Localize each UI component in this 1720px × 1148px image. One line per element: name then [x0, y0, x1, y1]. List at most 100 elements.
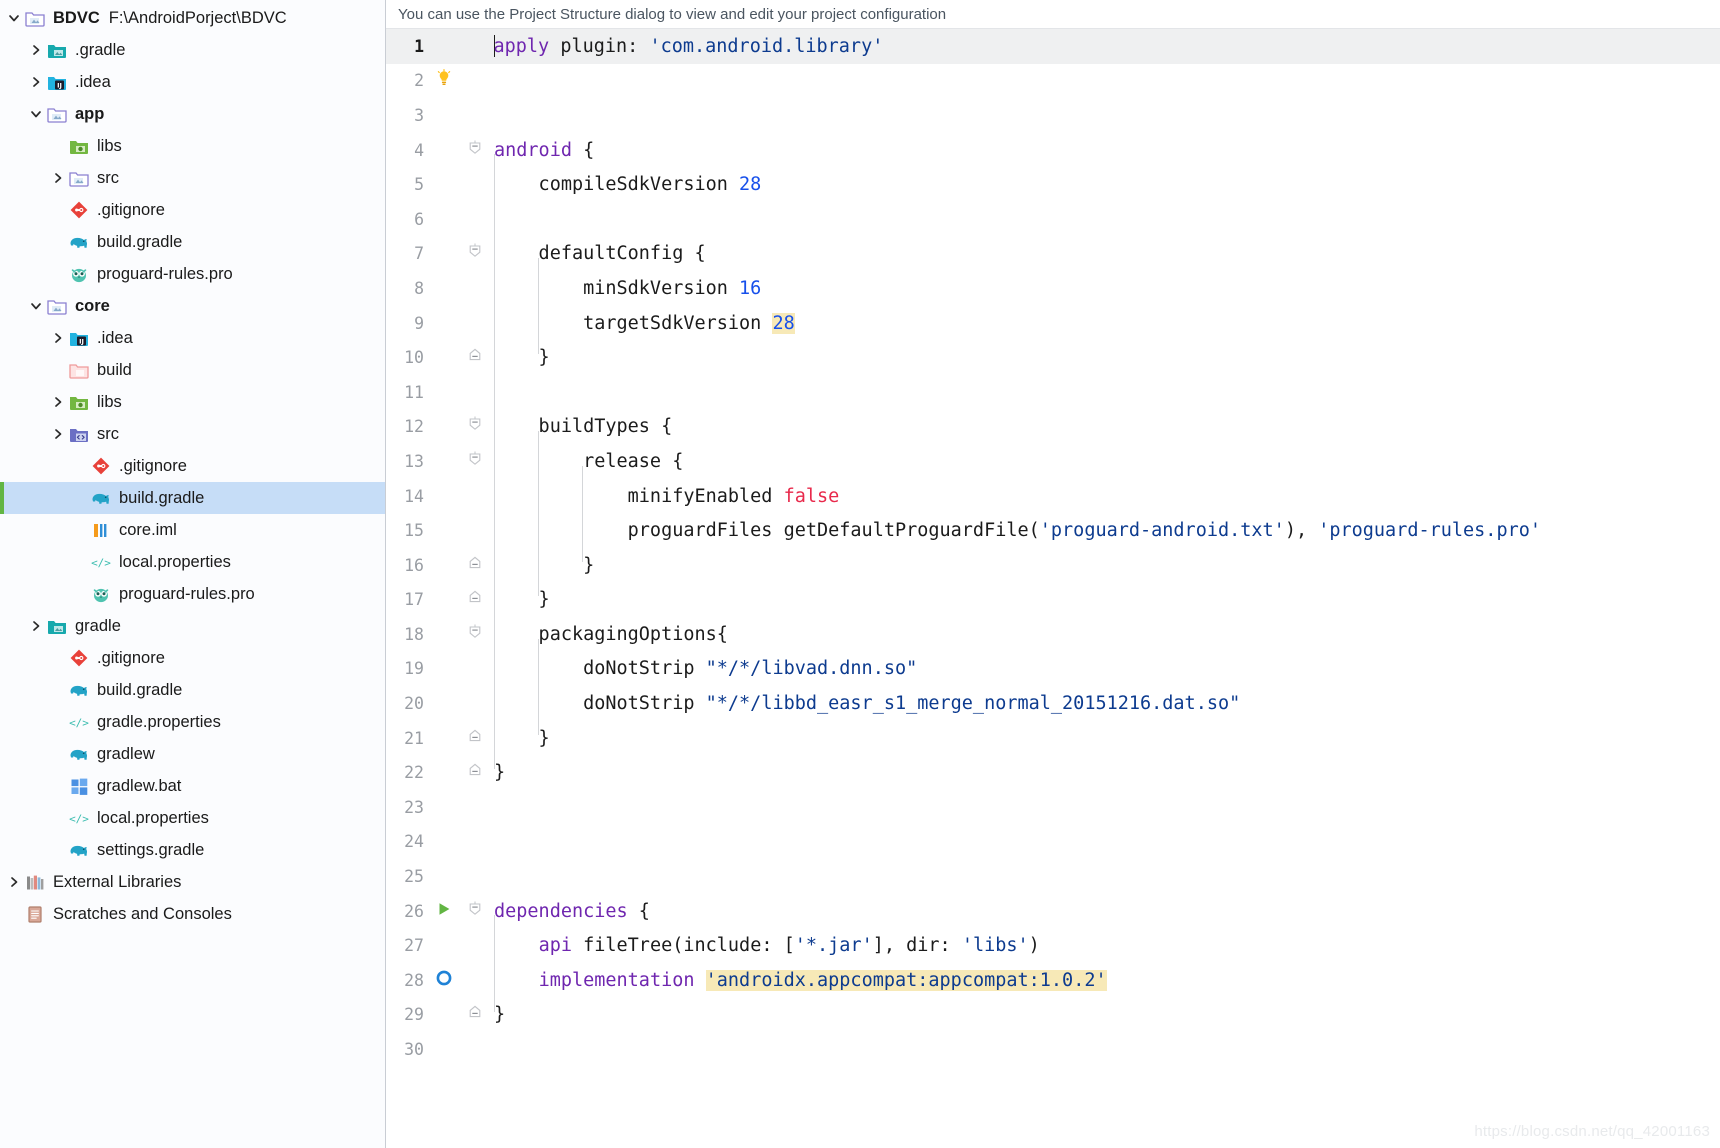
code-text[interactable]: release { [488, 451, 683, 472]
code-line[interactable]: 21 } [386, 721, 1720, 756]
fold-close-marker[interactable] [468, 727, 482, 750]
dependency-circle-icon[interactable] [435, 969, 453, 992]
fold-close-marker[interactable] [468, 1003, 482, 1026]
intention-bulb-icon[interactable] [436, 69, 452, 92]
code-text[interactable]: apply plugin: 'com.android.library' [488, 35, 883, 58]
code-line[interactable]: 24 [386, 825, 1720, 860]
code-line[interactable]: 7 defaultConfig { [386, 237, 1720, 272]
fold-column[interactable] [462, 554, 488, 577]
code-line[interactable]: 23 [386, 790, 1720, 825]
chevron-right-icon[interactable] [48, 322, 68, 354]
tree-row[interactable]: build.gradle [0, 226, 385, 258]
code-line[interactable]: 19 doNotStrip "*/*/libvad.dnn.so" [386, 652, 1720, 687]
code-line[interactable]: 10 } [386, 340, 1720, 375]
fold-open-marker[interactable] [468, 450, 482, 473]
chevron-right-icon[interactable] [26, 610, 46, 642]
fold-column[interactable] [462, 415, 488, 438]
fold-open-marker[interactable] [468, 242, 482, 265]
run-gradle-task-icon[interactable] [436, 901, 452, 922]
code-line[interactable]: 1 apply plugin: 'com.android.library' [386, 29, 1720, 64]
code-line[interactable]: 16 } [386, 548, 1720, 583]
tree-row[interactable]: src [0, 162, 385, 194]
fold-column[interactable] [462, 761, 488, 784]
tree-row-root[interactable]: BDVC F:\AndroidPorject\BDVC [0, 2, 385, 34]
chevron-right-icon[interactable] [26, 34, 46, 66]
chevron-right-icon[interactable] [26, 66, 46, 98]
code-line[interactable]: 20 doNotStrip "*/*/libbd_easr_s1_merge_n… [386, 686, 1720, 721]
tree-row[interactable]: libs [0, 130, 385, 162]
code-line[interactable]: 26 dependencies { [386, 894, 1720, 929]
tree-row[interactable]: proguard-rules.pro [0, 258, 385, 290]
project-tree-panel[interactable]: BDVC F:\AndroidPorject\BDVC .gradle IJ .idea… [0, 0, 386, 1148]
fold-column[interactable] [462, 139, 488, 162]
tree-row[interactable]: app [0, 98, 385, 130]
code-line[interactable]: 28 implementation 'androidx.appcompat:ap… [386, 963, 1720, 998]
chevron-down-icon[interactable] [4, 2, 24, 34]
tree-row[interactable]: .gitignore [0, 642, 385, 674]
code-text[interactable]: android { [488, 140, 594, 161]
code-text[interactable]: packagingOptions{ [488, 624, 728, 645]
code-text[interactable]: } [488, 347, 550, 368]
code-line[interactable]: 18 packagingOptions{ [386, 617, 1720, 652]
code-line[interactable]: 27 api fileTree(include: ['*.jar'], dir:… [386, 928, 1720, 963]
tree-row[interactable]: </> local.properties [0, 802, 385, 834]
tree-row[interactable]: core [0, 290, 385, 322]
chevron-right-icon[interactable] [4, 866, 24, 898]
code-text[interactable]: } [488, 589, 550, 610]
code-line[interactable]: 9 targetSdkVersion 28 [386, 306, 1720, 341]
code-text[interactable]: } [488, 1004, 505, 1025]
code-text[interactable]: targetSdkVersion 28 [488, 312, 795, 334]
tree-row[interactable]: External Libraries [0, 866, 385, 898]
fold-open-marker[interactable] [468, 415, 482, 438]
tree-row[interactable]: build.gradle [0, 482, 385, 514]
tree-row[interactable]: gradlew.bat [0, 770, 385, 802]
chevron-right-icon[interactable] [48, 418, 68, 450]
fold-open-marker[interactable] [468, 623, 482, 646]
gutter-marker[interactable] [426, 901, 462, 922]
chevron-down-icon[interactable] [26, 290, 46, 322]
chevron-right-icon[interactable] [48, 162, 68, 194]
fold-close-marker[interactable] [468, 761, 482, 784]
tree-row[interactable]: gradlew [0, 738, 385, 770]
code-line[interactable]: 17 } [386, 583, 1720, 618]
code-text[interactable]: minSdkVersion 16 [488, 278, 761, 299]
gutter-marker[interactable] [426, 969, 462, 992]
code-line[interactable]: 25 [386, 859, 1720, 894]
code-text[interactable]: doNotStrip "*/*/libvad.dnn.so" [488, 658, 917, 679]
gutter-marker[interactable] [426, 69, 462, 92]
tree-row[interactable]: .gradle [0, 34, 385, 66]
tree-row[interactable]: gradle [0, 610, 385, 642]
fold-column[interactable] [462, 727, 488, 750]
tree-row[interactable]: proguard-rules.pro [0, 578, 385, 610]
code-line[interactable]: 5 compileSdkVersion 28 [386, 167, 1720, 202]
code-line[interactable]: 22} [386, 755, 1720, 790]
tree-row[interactable]: src [0, 418, 385, 450]
tree-row[interactable]: </> local.properties [0, 546, 385, 578]
code-text[interactable]: doNotStrip "*/*/libbd_easr_s1_merge_norm… [488, 693, 1240, 714]
code-text[interactable]: } [488, 762, 505, 783]
code-line[interactable]: 4 android { [386, 133, 1720, 168]
tree-row[interactable]: IJ .idea [0, 66, 385, 98]
code-line[interactable]: 3 [386, 98, 1720, 133]
code-text[interactable]: } [488, 555, 594, 576]
chevron-down-icon[interactable] [26, 98, 46, 130]
fold-open-marker[interactable] [468, 139, 482, 162]
code-line[interactable]: 29} [386, 998, 1720, 1033]
code-editor[interactable]: 1 apply plugin: 'com.android.library' 2 3 4 a… [386, 29, 1720, 1148]
tree-row[interactable]: settings.gradle [0, 834, 385, 866]
tree-row[interactable]: libs [0, 386, 385, 418]
code-line[interactable]: 8 minSdkVersion 16 [386, 271, 1720, 306]
fold-close-marker[interactable] [468, 346, 482, 369]
code-text[interactable]: defaultConfig { [488, 243, 706, 264]
tree-row[interactable]: core.iml [0, 514, 385, 546]
fold-column[interactable] [462, 346, 488, 369]
code-line[interactable]: 15 proguardFiles getDefaultProguardFile(… [386, 513, 1720, 548]
tree-row[interactable]: </> gradle.properties [0, 706, 385, 738]
code-line[interactable]: 2 [386, 64, 1720, 99]
code-text[interactable]: buildTypes { [488, 416, 673, 437]
tree-row[interactable]: build.gradle [0, 674, 385, 706]
fold-close-marker[interactable] [468, 554, 482, 577]
code-text[interactable]: implementation 'androidx.appcompat:appco… [488, 969, 1107, 991]
code-text[interactable]: compileSdkVersion 28 [488, 174, 762, 195]
fold-column[interactable] [462, 450, 488, 473]
